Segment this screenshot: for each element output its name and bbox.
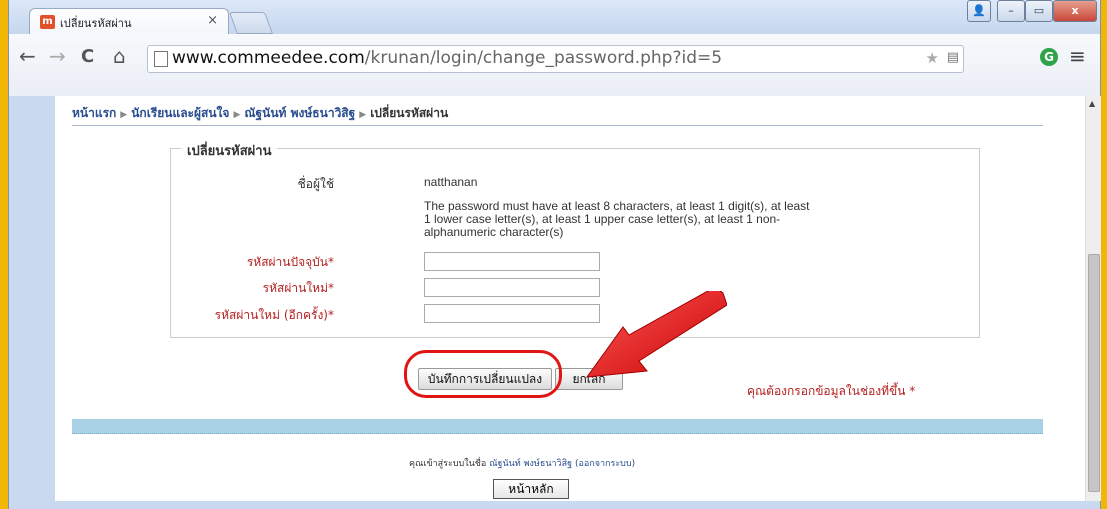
address-bar[interactable]: www.commeedee.com/krunan/login/change_pa… [147, 45, 964, 73]
tab-title: เปลี่ยนรหัสผ่าน [60, 17, 132, 30]
minimize-button[interactable]: – [997, 0, 1025, 22]
required-mark: * [328, 308, 334, 322]
back-arrow-icon[interactable]: ← [19, 44, 36, 68]
required-fields-note: คุณต้องกรอกข้อมูลในช่องที่ขึ้น * [747, 384, 916, 398]
url-text: www.commeedee.com/krunan/login/change_pa… [172, 48, 722, 68]
chrome-menu-icon[interactable]: ≡ [1069, 44, 1086, 68]
home-icon[interactable]: ⌂ [113, 44, 126, 68]
required-mark: * [328, 255, 334, 269]
maximize-button[interactable]: ▭ [1025, 0, 1053, 22]
new-password-label: รหัสผ่านใหม่* [263, 279, 334, 298]
current-password-label: รหัสผ่านปัจจุบัน* [247, 253, 334, 272]
close-window-button[interactable]: x [1053, 0, 1097, 22]
breadcrumb-current: เปลี่ยนรหัสผ่าน [370, 106, 449, 120]
browser-tab[interactable]: m เปลี่ยนรหัสผ่าน × [29, 8, 229, 35]
breadcrumb-home-link[interactable]: หน้าแรก [72, 106, 116, 120]
browser-window: m เปลี่ยนรหัสผ่าน × 👤 – ▭ x ← → C ⌂ www.… [8, 0, 1101, 509]
user-profile-icon[interactable]: 👤 [967, 0, 991, 22]
forward-arrow-icon[interactable]: → [49, 44, 66, 68]
new-tab-button[interactable] [228, 12, 274, 34]
page-document-icon [154, 51, 168, 67]
breadcrumb-separator-icon: ▶ [233, 110, 241, 120]
page-content: หน้าแรก ▶ นักเรียนและผู้สนใจ ▶ ณัฐนันท์ พงษ์… [55, 96, 1085, 501]
url-path: /krunan/login/change_password.php?id=5 [364, 48, 723, 68]
fieldset-legend: เปลี่ยนรหัสผ่าน [181, 140, 278, 161]
required-mark: * [328, 281, 334, 295]
breadcrumb: หน้าแรก ▶ นักเรียนและผู้สนใจ ▶ ณัฐนันท์ พงษ์… [72, 104, 448, 123]
new-password-again-label-text: รหัสผ่านใหม่ (อีกครั้ง) [214, 308, 328, 322]
current-password-input[interactable] [424, 252, 600, 271]
username-label: ชื่อผู้ใช้ [297, 177, 334, 191]
password-rules: The password must have at least 8 charac… [424, 200, 904, 239]
url-host: www.commeedee.com [172, 48, 365, 68]
vertical-scrollbar[interactable]: ▲ [1085, 96, 1101, 501]
logout-link[interactable]: (ออกจากระบบ) [575, 459, 635, 469]
tab-close-icon[interactable]: × [207, 13, 218, 28]
translate-icon[interactable]: ▤ [947, 50, 959, 65]
username-value: natthanan [424, 175, 478, 189]
breadcrumb-separator-icon: ▶ [120, 110, 128, 120]
breadcrumb-user-link[interactable]: ณัฐนันท์ พงษ์ธนาวิสิฐ [244, 106, 355, 120]
login-info: คุณเข้าสู่ระบบในชื่อ ณัฐนันท์ พงษ์ธนาวิส… [409, 456, 635, 470]
browser-toolbar: ← → C ⌂ www.commeedee.com/krunan/login/c… [9, 34, 1100, 96]
new-password-label-text: รหัสผ่านใหม่ [262, 281, 328, 295]
scrollbar-thumb[interactable] [1088, 254, 1100, 492]
scroll-up-arrow-icon[interactable]: ▲ [1089, 99, 1095, 108]
user-profile-link[interactable]: ณัฐนันท์ พงษ์ธนาวิสิฐ [489, 459, 572, 469]
site-favicon-icon: m [40, 15, 55, 29]
extension-icon[interactable]: G [1040, 48, 1058, 66]
breadcrumb-separator-icon: ▶ [359, 110, 367, 120]
title-bar: m เปลี่ยนรหัสผ่าน × 👤 – ▭ x [9, 0, 1100, 35]
breadcrumb-divider [72, 125, 1043, 126]
highlight-circle [404, 350, 562, 398]
footer-divider [72, 419, 1043, 434]
change-password-fieldset: เปลี่ยนรหัสผ่าน ชื่อผู้ใช้ natthanan The… [170, 140, 980, 338]
breadcrumb-students-link[interactable]: นักเรียนและผู้สนใจ [131, 106, 229, 120]
new-password-again-input[interactable] [424, 304, 600, 323]
current-password-label-text: รหัสผ่านปัจจุบัน [246, 255, 328, 269]
new-password-input[interactable] [424, 278, 600, 297]
login-info-prefix: คุณเข้าสู่ระบบในชื่อ [409, 459, 487, 469]
new-password-again-label: รหัสผ่านใหม่ (อีกครั้ง)* [215, 306, 334, 325]
reload-icon[interactable]: C [81, 46, 94, 67]
red-arrow-icon [585, 291, 727, 378]
password-rule-line: alphanumeric character(s) [424, 225, 564, 239]
bookmark-star-icon[interactable]: ★ [926, 49, 939, 67]
home-button[interactable]: หน้าหลัก [493, 479, 569, 499]
